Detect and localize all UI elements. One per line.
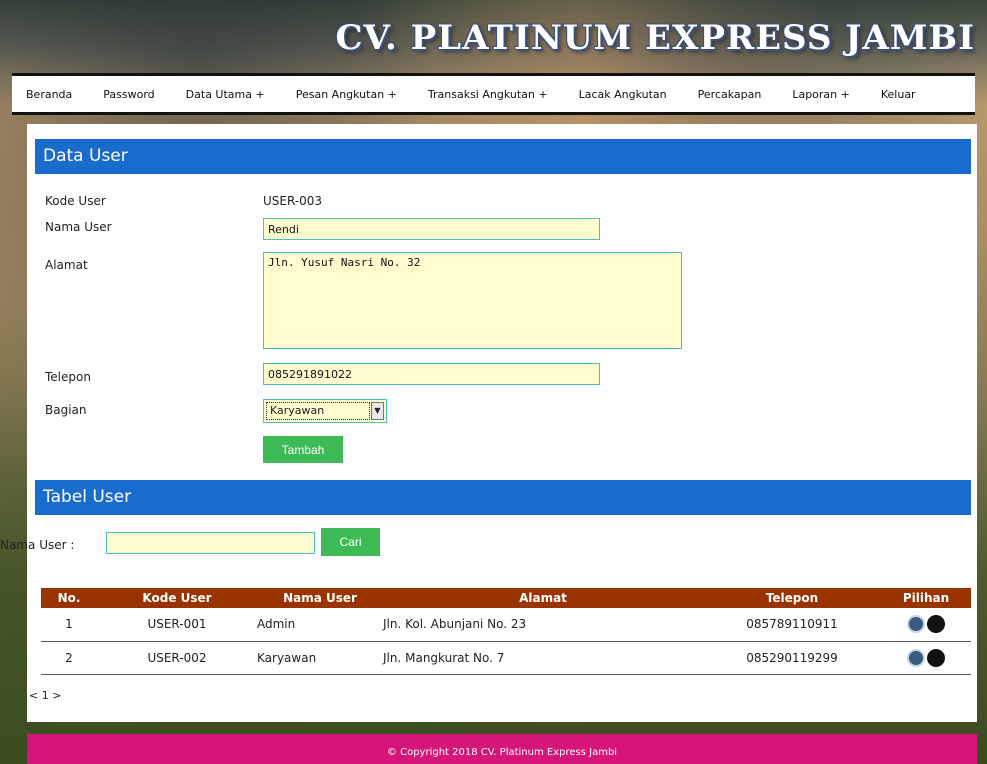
chevron-down-icon[interactable]: ▼ bbox=[371, 402, 384, 420]
site-brand-title: CV. PLATINUM EXPRESS JAMBI bbox=[335, 18, 975, 58]
row-actions bbox=[881, 641, 971, 675]
nama-user-label: Nama User bbox=[45, 220, 112, 234]
bagian-select-value: Karyawan bbox=[266, 402, 370, 420]
edit-icon[interactable] bbox=[907, 648, 925, 667]
alamat-textarea[interactable]: Jln. Yusuf Nasri No. 32 bbox=[263, 252, 682, 349]
col-kode-user: Kode User bbox=[97, 588, 257, 608]
row-kode: USER-002 bbox=[97, 641, 257, 675]
row-kode: USER-001 bbox=[97, 608, 257, 642]
table-row: 2 USER-002 Karyawan Jln. Mangkurat No. 7… bbox=[41, 641, 971, 675]
edit-icon[interactable] bbox=[907, 615, 925, 634]
tabel-user-header: Tabel User bbox=[35, 480, 971, 515]
row-alamat: Jln. Kol. Abunjani No. 23 bbox=[383, 608, 703, 642]
table-row: 1 USER-001 Admin Jln. Kol. Abunjani No. … bbox=[41, 608, 971, 642]
bagian-label: Bagian bbox=[45, 403, 87, 417]
row-telepon: 085290119299 bbox=[703, 641, 881, 675]
content-panel: Data User Kode User USER-003 Nama User A… bbox=[0, 124, 977, 722]
bagian-select[interactable]: Karyawan ▼ bbox=[263, 399, 387, 423]
col-alamat: Alamat bbox=[383, 588, 703, 608]
nav-keluar[interactable]: Keluar bbox=[881, 88, 916, 101]
footer: © Copyright 2018 CV. Platinum Express Ja… bbox=[27, 734, 977, 764]
telepon-input[interactable] bbox=[263, 363, 600, 385]
search-nama-user-input[interactable] bbox=[106, 532, 315, 554]
nav-lacak-angkutan[interactable]: Lacak Angkutan bbox=[579, 88, 667, 101]
table-header-row: No. Kode User Nama User Alamat Telepon P… bbox=[41, 588, 971, 608]
delete-icon[interactable] bbox=[927, 615, 945, 634]
kode-user-label: Kode User bbox=[45, 194, 106, 208]
col-telepon: Telepon bbox=[703, 588, 881, 608]
main-navbar: Beranda Password Data Utama + Pesan Angk… bbox=[12, 73, 975, 115]
tambah-button[interactable]: Tambah bbox=[263, 436, 343, 463]
nav-laporan[interactable]: Laporan + bbox=[792, 88, 850, 101]
row-no: 1 bbox=[41, 608, 97, 642]
col-pilihan: Pilihan bbox=[881, 588, 971, 608]
user-table: No. Kode User Nama User Alamat Telepon P… bbox=[41, 588, 971, 675]
search-nama-user-label: Nama User : bbox=[0, 538, 75, 552]
telepon-label: Telepon bbox=[45, 370, 91, 384]
nav-beranda[interactable]: Beranda bbox=[26, 88, 72, 101]
cari-button[interactable]: Cari bbox=[321, 528, 380, 556]
data-user-header: Data User bbox=[35, 139, 971, 174]
row-nama: Admin bbox=[257, 608, 383, 642]
nav-data-utama[interactable]: Data Utama + bbox=[186, 88, 265, 101]
nav-pesan-angkutan[interactable]: Pesan Angkutan + bbox=[296, 88, 397, 101]
row-alamat: Jln. Mangkurat No. 7 bbox=[383, 641, 703, 675]
row-nama: Karyawan bbox=[257, 641, 383, 675]
col-nama-user: Nama User bbox=[257, 588, 383, 608]
delete-icon[interactable] bbox=[927, 648, 945, 667]
row-actions bbox=[881, 608, 971, 642]
nav-transaksi-angkutan[interactable]: Transaksi Angkutan + bbox=[428, 88, 548, 101]
kode-user-value: USER-003 bbox=[263, 194, 323, 208]
nama-user-input[interactable] bbox=[263, 218, 600, 240]
nav-password[interactable]: Password bbox=[103, 88, 154, 101]
col-no: No. bbox=[41, 588, 97, 608]
nav-percakapan[interactable]: Percakapan bbox=[698, 88, 762, 101]
row-no: 2 bbox=[41, 641, 97, 675]
pagination[interactable]: < 1 > bbox=[29, 689, 61, 702]
alamat-label: Alamat bbox=[45, 258, 88, 272]
row-telepon: 085789110911 bbox=[703, 608, 881, 642]
